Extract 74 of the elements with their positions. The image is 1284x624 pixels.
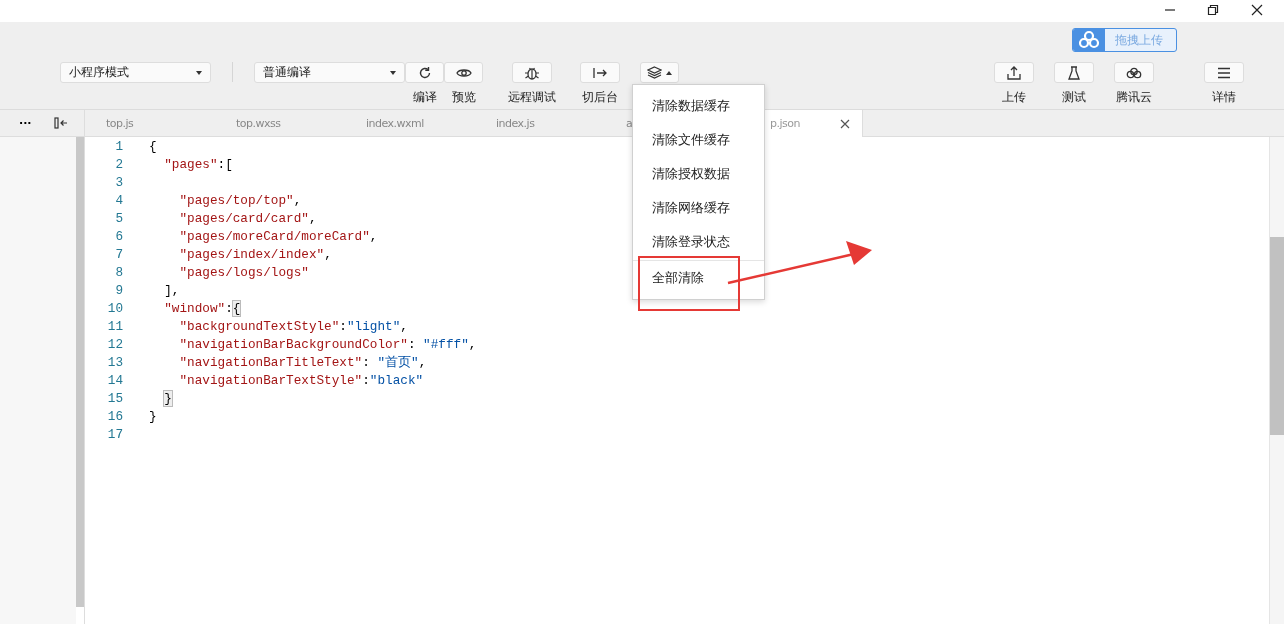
line-number: 8 xyxy=(114,264,123,280)
tool-label: 详情 xyxy=(1212,89,1236,106)
menu-item[interactable]: 清除授权数据 xyxy=(633,157,764,191)
code-line: "pages":[ xyxy=(163,156,233,172)
tool-label: 切后台 xyxy=(582,89,618,106)
refresh-icon xyxy=(417,65,432,80)
close-icon[interactable] xyxy=(1251,4,1263,16)
caret-icon xyxy=(390,71,396,75)
line-number: 15 xyxy=(106,390,123,406)
line-number: 7 xyxy=(114,246,123,262)
line-number: 16 xyxy=(106,408,123,424)
tool-label: 腾讯云 xyxy=(1116,89,1152,106)
code-line: "pages/top/top", xyxy=(178,192,302,208)
line-number: 10 xyxy=(106,300,123,316)
line-number: 9 xyxy=(114,282,123,298)
layers-icon xyxy=(647,66,662,79)
caret-icon xyxy=(666,70,672,75)
line-number: 6 xyxy=(114,228,123,244)
restore-icon[interactable] xyxy=(1207,4,1219,16)
tool-button[interactable] xyxy=(994,62,1034,83)
code-line: "navigationBarTitleText": "首页", xyxy=(178,353,427,371)
caret-icon xyxy=(196,71,202,75)
tool-button[interactable] xyxy=(1054,62,1094,83)
exit-icon xyxy=(592,66,608,79)
code-line: ], xyxy=(163,282,180,298)
tool-button[interactable] xyxy=(444,62,483,83)
tool-button[interactable] xyxy=(1204,62,1244,83)
code-line: "pages/card/card", xyxy=(178,210,317,226)
menu-item[interactable]: 清除登录状态 xyxy=(633,225,764,259)
tool-label: 编译 xyxy=(412,89,437,106)
tool-button[interactable] xyxy=(512,62,552,83)
menu-item[interactable]: 全部清除 xyxy=(633,260,764,295)
line-number: 11 xyxy=(106,318,123,334)
line-number: 5 xyxy=(114,210,123,226)
scrollbar[interactable] xyxy=(76,137,84,607)
code-line: "backgroundTextStyle":"light", xyxy=(178,318,408,334)
scrollbar-thumb[interactable] xyxy=(1270,237,1284,435)
line-number: 4 xyxy=(114,192,123,208)
tool-button[interactable] xyxy=(640,62,679,83)
code-line: "pages/index/index", xyxy=(178,246,332,262)
tool-button[interactable] xyxy=(580,62,620,83)
tool-label: 远程调试 xyxy=(508,89,556,106)
code-line: "window":{ xyxy=(163,300,241,316)
tool-button[interactable] xyxy=(405,62,444,83)
line-number: 17 xyxy=(106,426,123,442)
line-number: 2 xyxy=(114,156,123,172)
mode-dropdown[interactable]: 小程序模式 xyxy=(60,62,211,83)
collapse-icon[interactable] xyxy=(53,117,68,129)
eye-icon xyxy=(455,66,472,79)
compile-dropdown[interactable]: 普通编译 xyxy=(254,62,405,83)
line-number: 3 xyxy=(114,174,123,190)
code-line: "navigationBarTextStyle":"black" xyxy=(178,372,424,388)
menu-icon xyxy=(1217,66,1231,79)
cloud-icon xyxy=(1073,29,1105,51)
code-line: } xyxy=(149,408,157,424)
tool-label: 测试 xyxy=(1062,89,1086,106)
menu-item[interactable]: 清除网络缓存 xyxy=(633,191,764,225)
line-number: 14 xyxy=(106,372,123,388)
line-number: 12 xyxy=(106,336,123,352)
upload-icon xyxy=(1007,65,1021,80)
line-number: 13 xyxy=(106,354,123,370)
flask-icon xyxy=(1067,65,1081,80)
tool-button[interactable] xyxy=(1114,62,1154,83)
cloud-icon xyxy=(1126,66,1142,79)
more-button[interactable]: ··· xyxy=(19,116,32,130)
code-line: "pages/logs/logs" xyxy=(178,264,309,280)
code-line: "navigationBarBackgroundColor": "#fff", xyxy=(178,336,477,352)
bug-icon xyxy=(524,65,540,80)
close-icon[interactable] xyxy=(840,118,850,129)
tool-label: 上传 xyxy=(1002,89,1026,106)
line-number: 1 xyxy=(114,138,123,154)
tool-label: 预览 xyxy=(451,89,476,106)
code-line: { xyxy=(149,138,157,154)
code-line: "pages/moreCard/moreCard", xyxy=(178,228,378,244)
